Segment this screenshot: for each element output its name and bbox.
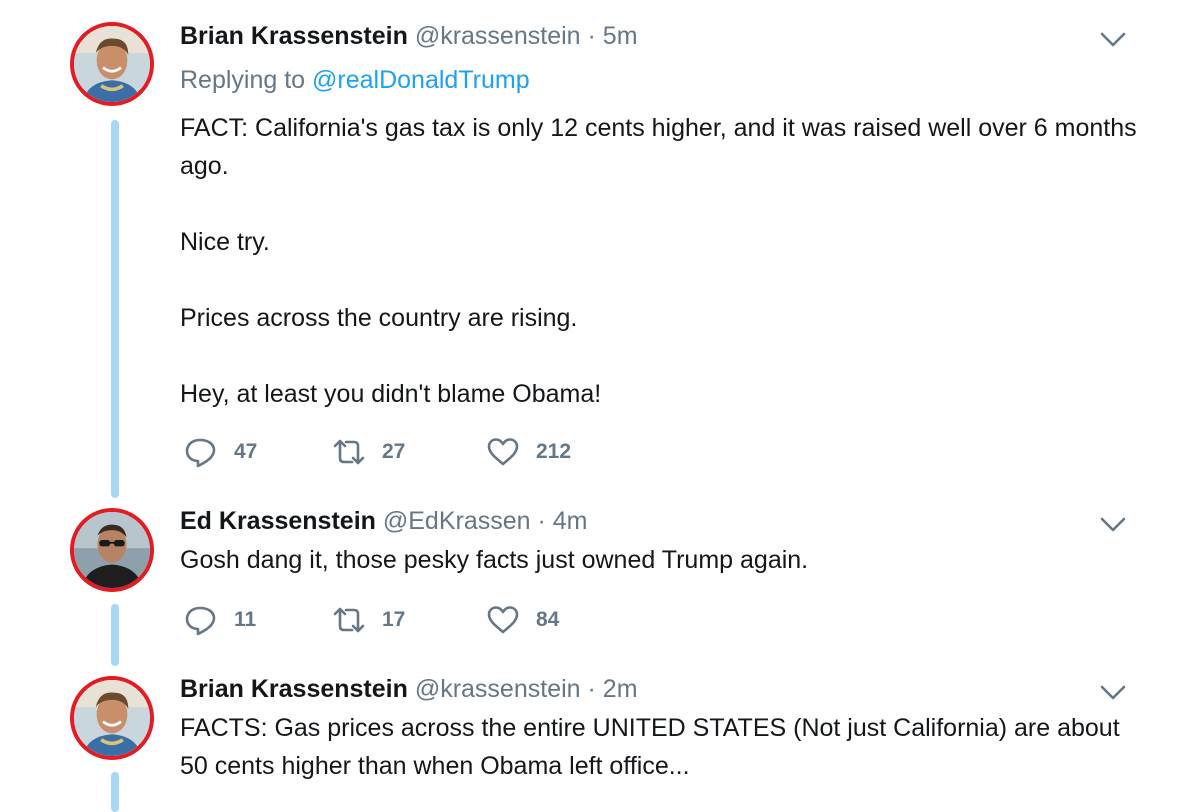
display-name[interactable]: Brian Krassenstein (180, 22, 408, 50)
retweet-icon (333, 607, 365, 633)
reply-button[interactable]: 11 (184, 603, 256, 637)
thread-line-2 (111, 604, 119, 666)
avatar[interactable] (70, 508, 154, 592)
tweet-header: Ed Krassenstein @EdKrassen · 4m (180, 505, 588, 537)
chevron-down-icon[interactable] (1098, 27, 1128, 51)
reply-count: 11 (234, 608, 257, 631)
reply-count: 47 (234, 440, 258, 463)
tweet-paragraph: Prices across the country are rising. (180, 304, 578, 332)
reply-bubble-icon (185, 438, 216, 468)
user-handle[interactable]: @krassenstein (415, 675, 581, 703)
separator-dot: · (537, 507, 546, 535)
retweet-count: 27 (382, 440, 406, 463)
display-name[interactable]: Ed Krassenstein (180, 507, 376, 535)
man-smiling-avatar-icon (74, 680, 150, 756)
timestamp[interactable]: 4m (553, 507, 588, 535)
like-count: 84 (536, 608, 560, 631)
tweet-header: Brian Krassenstein @krassenstein · 5m (180, 20, 638, 52)
retweet-button[interactable]: 17 (332, 603, 405, 637)
like-button[interactable]: 84 (486, 603, 559, 637)
user-handle[interactable]: @krassenstein (415, 22, 581, 50)
tweet-paragraph: Hey, at least you didn't blame Obama! (180, 380, 602, 408)
tweet-text: FACT: California's gas tax is only 12 ce… (180, 109, 1140, 413)
replying-label: Replying to (180, 66, 306, 94)
tweet-paragraph: FACT: California's gas tax is only 12 ce… (180, 114, 1137, 180)
like-count: 212 (536, 440, 572, 463)
tweet-text: FACTS: Gas prices across the entire UNIT… (180, 709, 1140, 785)
timestamp[interactable]: 2m (603, 675, 638, 703)
chevron-down-icon[interactable] (1098, 512, 1128, 536)
tweet-header: Brian Krassenstein @krassenstein · 2m (180, 673, 638, 705)
tweet-paragraph: FACTS: Gas prices across the entire UNIT… (180, 714, 1120, 780)
user-handle[interactable]: @EdKrassen (383, 507, 531, 535)
tweet-paragraph: Nice try. (180, 228, 270, 256)
man-sunglasses-avatar-icon (74, 512, 150, 588)
replying-to: Replying to @realDonaldTrump (180, 66, 530, 95)
tweet-text: Gosh dang it, those pesky facts just own… (180, 541, 1140, 579)
thread-line-1 (111, 120, 119, 498)
chevron-down-icon[interactable] (1098, 680, 1128, 704)
display-name[interactable]: Brian Krassenstein (180, 675, 408, 703)
timestamp[interactable]: 5m (603, 22, 638, 50)
retweet-button[interactable]: 27 (332, 435, 405, 469)
mention-link[interactable]: @realDonaldTrump (312, 66, 530, 94)
heart-icon (487, 438, 519, 466)
retweet-count: 17 (382, 608, 406, 631)
thread-line-3 (111, 772, 119, 812)
reply-bubble-icon (185, 606, 216, 636)
avatar[interactable] (70, 676, 154, 760)
retweet-icon (333, 439, 365, 465)
heart-icon (487, 606, 519, 634)
separator-dot: · (587, 675, 596, 703)
separator-dot: · (587, 22, 596, 50)
reply-button[interactable]: 47 (184, 435, 257, 469)
like-button[interactable]: 212 (486, 435, 571, 469)
avatar[interactable] (70, 22, 154, 106)
man-smiling-avatar-icon (74, 26, 150, 102)
tweet-paragraph: Gosh dang it, those pesky facts just own… (180, 546, 809, 574)
